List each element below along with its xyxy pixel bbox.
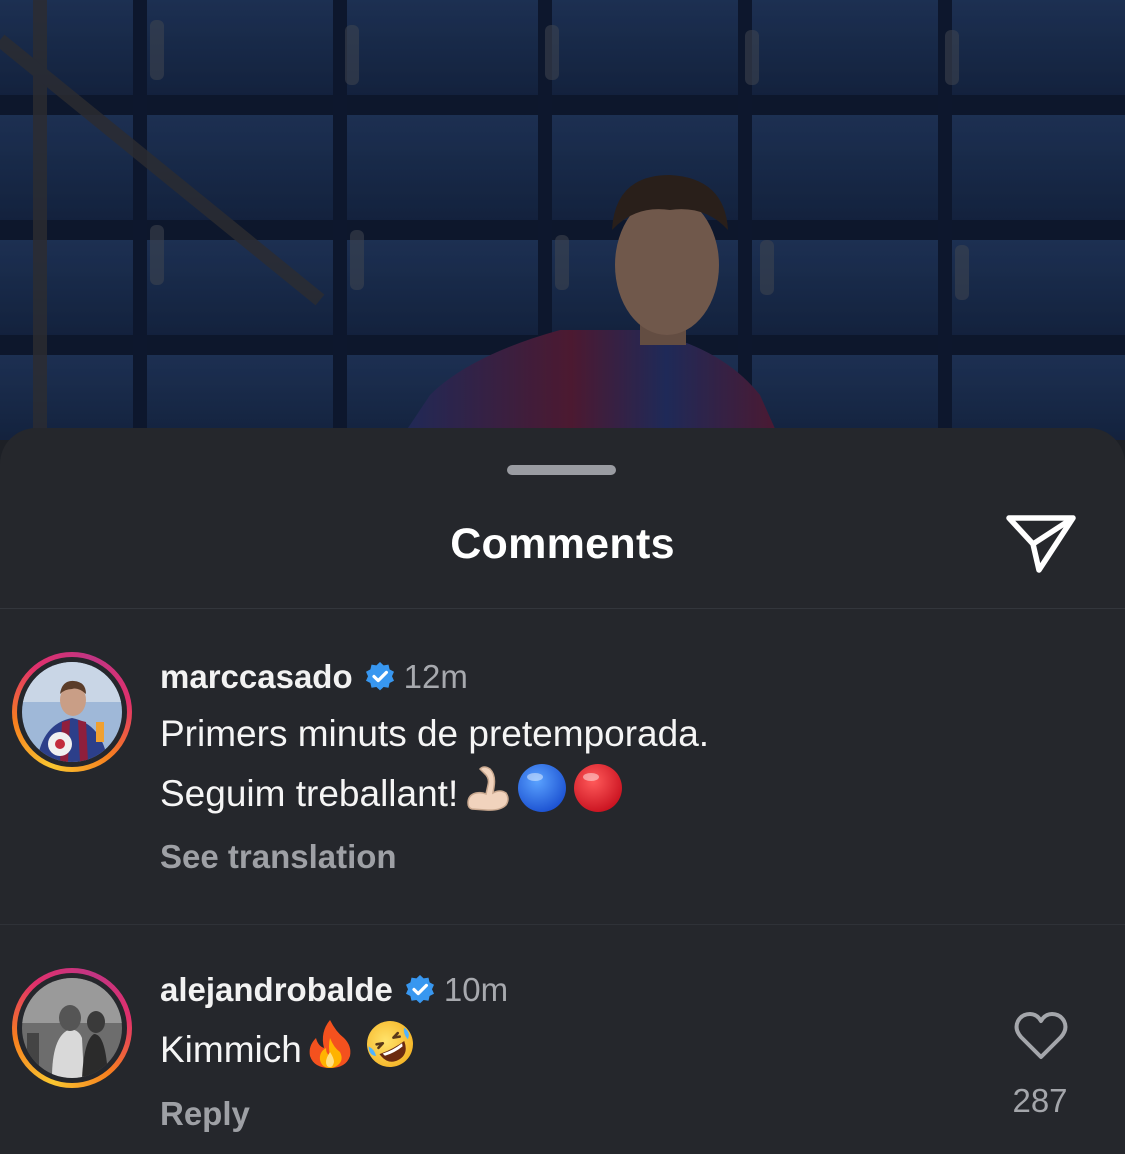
comment-text-line-2: Seguim treballant! [160, 762, 624, 830]
verified-badge-icon [365, 662, 394, 691]
comment-meta: alejandrobalde 10m [160, 971, 508, 1009]
comments-sheet: Comments marccasado 12m Primers minuts d… [0, 428, 1125, 1154]
comment-time: 10m [443, 971, 509, 1008]
comment-username[interactable]: marccasado [160, 658, 353, 696]
rolling-on-the-floor-laughing-emoji [364, 1018, 416, 1086]
sheet-drag-handle[interactable] [507, 465, 616, 475]
red-circle-emoji [572, 762, 624, 830]
comment-meta: marccasado 12m [160, 658, 468, 696]
comment-username[interactable]: alejandrobalde [160, 971, 393, 1009]
see-translation-link[interactable]: See translation [160, 838, 397, 876]
comment-text-line-1: Primers minuts de pretemporada. [160, 713, 710, 754]
flexed-biceps-emoji [462, 763, 512, 829]
header-divider [0, 608, 1125, 609]
share-button[interactable] [1003, 508, 1079, 576]
sheet-title: Comments [450, 520, 675, 568]
post-background-photo [0, 0, 1125, 440]
like-count: 287 [1012, 1082, 1068, 1119]
paper-plane-icon [1006, 515, 1076, 573]
comment-divider [0, 924, 1125, 925]
blue-circle-emoji [516, 762, 568, 830]
avatar-photo [22, 662, 122, 762]
avatar[interactable] [12, 968, 132, 1088]
avatar[interactable] [12, 652, 132, 772]
verified-badge-icon [405, 975, 434, 1004]
like-button[interactable] [1012, 1010, 1070, 1062]
fire-emoji [306, 1018, 354, 1086]
avatar-photo [22, 978, 122, 1078]
comment-text-line-1: Kimmich [160, 1018, 416, 1086]
reply-link[interactable]: Reply [160, 1095, 250, 1133]
comment-time: 12m [403, 658, 468, 695]
heart-icon [1014, 1012, 1068, 1059]
